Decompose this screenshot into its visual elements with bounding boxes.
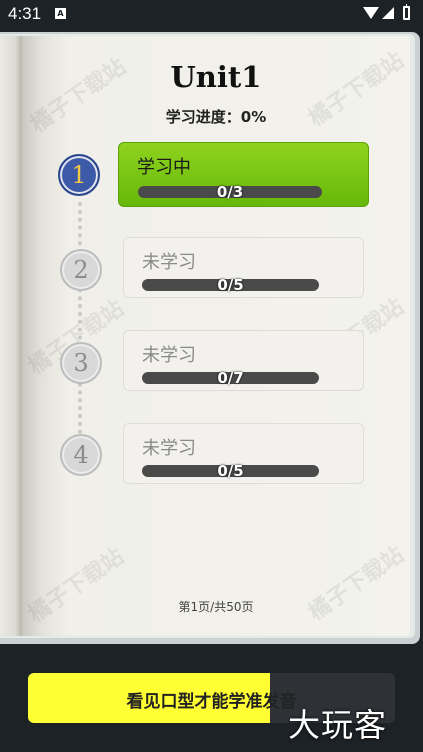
lesson-number-badge: 2 xyxy=(60,249,102,291)
lesson-progress-bar: 0/5 xyxy=(142,276,319,294)
lesson-card-1[interactable]: 学习中 0/3 xyxy=(118,142,369,207)
battery-icon xyxy=(403,4,410,20)
lesson-progress-bar: 0/3 xyxy=(138,183,322,201)
wifi-icon xyxy=(363,7,379,19)
lesson-status: 未学习 xyxy=(142,438,196,459)
lesson-card-4[interactable]: 未学习 0/5 xyxy=(123,423,364,484)
lesson-status: 未学习 xyxy=(142,252,196,273)
status-bar: 4:31 A xyxy=(0,0,423,28)
lesson-number-badge: 1 xyxy=(58,154,100,196)
lesson-number-badge: 4 xyxy=(60,434,102,476)
brand-logo: 大玩客 xyxy=(288,706,388,744)
lesson-progress-bar: 0/5 xyxy=(142,462,319,480)
status-time: 4:31 xyxy=(8,4,42,23)
lesson-status: 未学习 xyxy=(142,345,196,366)
lesson-progress-count: 0/5 xyxy=(217,276,244,294)
signal-icon xyxy=(382,7,394,19)
notification-icon: A xyxy=(55,8,66,19)
unit-title: Unit1 xyxy=(170,60,262,94)
left-page xyxy=(0,36,22,636)
lesson-card-2[interactable]: 未学习 0/5 xyxy=(123,237,364,298)
page-indicator: 第1页/共50页 xyxy=(178,600,254,614)
lesson-progress-count: 0/5 xyxy=(217,462,244,480)
lesson-progress-bar: 0/7 xyxy=(142,369,319,387)
unit-progress-label: 学习进度：0% xyxy=(165,108,267,126)
lesson-number-badge: 3 xyxy=(60,342,102,384)
lesson-status: 学习中 xyxy=(137,157,191,178)
lesson-progress-count: 0/3 xyxy=(216,183,244,201)
lesson-card-3[interactable]: 未学习 0/7 xyxy=(123,330,364,391)
timeline-dots xyxy=(78,202,82,434)
lesson-progress-count: 0/7 xyxy=(217,369,244,387)
